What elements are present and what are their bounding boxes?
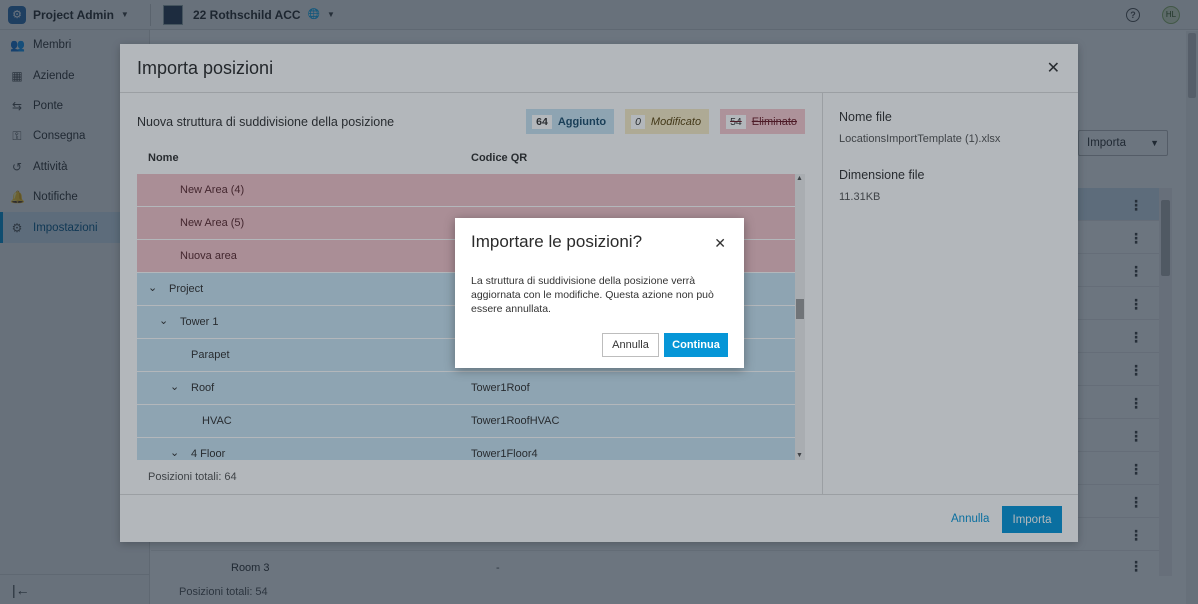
continue-button[interactable]: Continua [664, 333, 728, 357]
dialog-message: La struttura di suddivisione della posiz… [471, 275, 714, 315]
close-icon[interactable]: ✕ [714, 235, 726, 252]
cancel-button[interactable]: Annulla [602, 333, 659, 357]
dialog-title: Importare le posizioni? [471, 232, 643, 251]
confirm-dialog: Importare le posizioni? ✕ La struttura d… [455, 218, 744, 368]
